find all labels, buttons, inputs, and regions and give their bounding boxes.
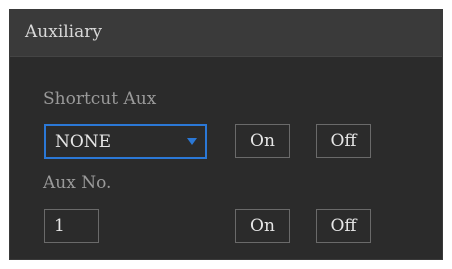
- shortcut-aux-selected-value: NONE: [55, 132, 112, 152]
- auxiliary-panel: Auxiliary Shortcut Aux NONE On Off Aux N…: [9, 9, 443, 260]
- shortcut-aux-on-button[interactable]: On: [235, 124, 290, 158]
- aux-no-input[interactable]: 1: [44, 209, 99, 243]
- aux-no-label: Aux No.: [43, 173, 112, 193]
- aux-no-off-button[interactable]: Off: [316, 209, 371, 243]
- aux-no-value: 1: [54, 216, 65, 236]
- panel-title: Auxiliary: [25, 22, 102, 42]
- aux-no-on-button[interactable]: On: [235, 209, 290, 243]
- shortcut-aux-off-button[interactable]: Off: [316, 124, 371, 158]
- title-bar: Auxiliary: [10, 10, 442, 57]
- chevron-down-icon: [187, 138, 197, 145]
- shortcut-aux-label: Shortcut Aux: [43, 89, 157, 109]
- shortcut-aux-select[interactable]: NONE: [44, 124, 207, 159]
